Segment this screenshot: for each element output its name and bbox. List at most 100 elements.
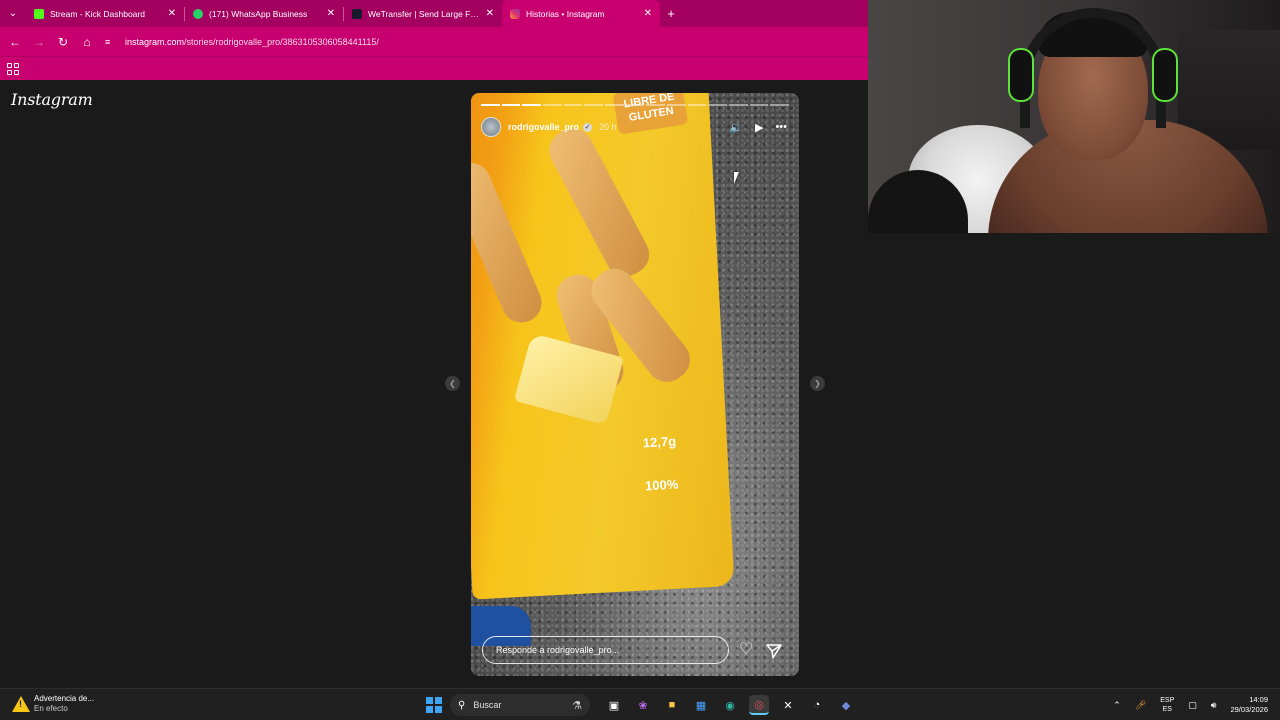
taskbar-apps: ▣ ❀ ■ ▦ ◉ ◎ ✕ ◔ ◆ — [604, 695, 856, 715]
next-story-arrow-icon[interactable]: ❯ — [810, 376, 825, 391]
story-header: rodrigovalle_pro ✓ 20 h 🔉 ▶ ••• — [481, 117, 787, 137]
tab-label: Historias • Instagram — [526, 8, 605, 19]
microphone-icon[interactable]: 🎤︎ — [1135, 700, 1146, 711]
tab-kick-dashboard[interactable]: Stream - Kick Dashboard ✕ — [26, 0, 184, 27]
close-tab-icon[interactable]: ✕ — [168, 8, 176, 19]
clock[interactable]: 14:09 29/03/2026 — [1230, 695, 1268, 715]
story-progress-bar — [481, 104, 790, 106]
story-progress-segment — [667, 104, 686, 106]
story-progress-segment — [584, 104, 604, 106]
chrome-icon[interactable]: ◎ — [749, 695, 769, 715]
percent-badge: 100% — [644, 476, 679, 494]
whatsapp-favicon-icon — [193, 8, 203, 19]
weather-widget[interactable]: Advertencia de... En efecto — [12, 694, 94, 714]
warning-icon — [12, 696, 30, 712]
story-progress-segment — [522, 104, 542, 106]
reload-icon[interactable]: ↻ — [51, 30, 75, 54]
story-progress-segment — [729, 104, 748, 106]
weather-title: Advertencia de... — [34, 694, 95, 703]
story-progress-segment — [501, 104, 521, 106]
mouse-cursor-icon — [734, 172, 744, 184]
more-options-icon[interactable]: ••• — [775, 121, 787, 133]
taskbar-search[interactable]: ⚲ Buscar ⚗ — [450, 694, 590, 716]
tab-search-chevron-icon[interactable]: ⌄ — [0, 0, 26, 27]
tab-whatsapp-business[interactable]: (171) WhatsApp Business ✕ — [185, 0, 343, 27]
site-settings-icon[interactable]: ≡ — [105, 37, 117, 47]
previous-story-arrow-icon[interactable]: ❮ — [445, 376, 460, 391]
story-progress-segment — [543, 104, 562, 106]
close-tab-icon[interactable]: ✕ — [327, 8, 335, 19]
apps-grid-icon[interactable] — [7, 62, 19, 75]
close-tab-icon[interactable]: ✕ — [644, 8, 652, 19]
network-icon[interactable]: ▢ — [1188, 700, 1197, 711]
task-view-icon[interactable]: ▣ — [604, 695, 624, 715]
webcam-overlay — [868, 0, 1280, 233]
story-progress-segment — [563, 104, 583, 106]
mute-speaker-icon[interactable]: 🔉 — [729, 121, 743, 134]
reply-input[interactable]: Responde a rodrigovalle_pro... — [482, 636, 729, 664]
instagram-logo[interactable]: Instagram — [11, 90, 93, 109]
search-label: Buscar — [473, 700, 502, 710]
close-tab-icon[interactable]: ✕ — [486, 8, 494, 19]
volume-icon[interactable]: 🔊︎ — [1211, 700, 1217, 711]
story-progress-segment — [770, 104, 790, 106]
story-snack-bag-image: LIBRE DE GLUTEN 12,7g 100% — [471, 93, 735, 600]
address-bar: ← → ↻ ⌂ ≡ instagram.com/stories/rodrigov… — [0, 27, 868, 56]
discord-icon[interactable]: ◆ — [836, 695, 856, 715]
send-message-icon[interactable] — [765, 642, 783, 660]
taskbar: Advertencia de... En efecto ⚲ Buscar ⚗ ▣… — [0, 688, 1280, 720]
keyboard-layout: ES — [1162, 706, 1172, 713]
side-panel — [868, 233, 1280, 688]
obs-icon[interactable]: ◔ — [807, 695, 827, 715]
tab-bar: ⌄ Stream - Kick Dashboard ✕ (171) WhatsA… — [0, 0, 868, 27]
url-host: instagram.com — [125, 36, 185, 47]
capcut-icon[interactable]: ✕ — [778, 695, 798, 715]
microsoft-store-icon[interactable]: ▦ — [691, 695, 711, 715]
show-hidden-icons-chevron-icon[interactable]: ⌃ — [1113, 700, 1121, 711]
kick-favicon-icon — [34, 8, 44, 19]
system-tray: ⌃ 🎤︎ ESP ES ▢ 🔊︎ 14:09 29/03/2026 — [1113, 689, 1280, 720]
story-controls: 🔉 ▶ ••• — [729, 121, 787, 134]
story-viewer[interactable]: LIBRE DE GLUTEN 12,7g 100% rodrigovalle_… — [471, 93, 799, 676]
like-heart-icon[interactable]: ♡ — [739, 640, 753, 660]
tab-instagram-stories[interactable]: Historias • Instagram ✕ — [502, 0, 660, 27]
search-highlight-icon: ⚗ — [572, 699, 582, 712]
weight-badge: 12,7g — [642, 433, 677, 451]
home-icon[interactable]: ⌂ — [75, 30, 99, 54]
tab-label: Stream - Kick Dashboard — [50, 8, 145, 19]
story-progress-segment — [605, 104, 624, 106]
tab-label: (171) WhatsApp Business — [209, 8, 308, 19]
story-progress-segment — [687, 104, 707, 106]
snack-puff-image — [471, 156, 548, 329]
headset-earcup-right — [1152, 48, 1178, 102]
windows-start-icon[interactable] — [426, 697, 442, 713]
story-progress-segment — [749, 104, 769, 106]
story-progress-segment — [625, 104, 645, 106]
new-tab-plus-icon[interactable]: + — [660, 6, 682, 21]
play-icon[interactable]: ▶ — [755, 121, 763, 134]
back-arrow-icon[interactable]: ← — [3, 30, 27, 54]
tab-wetransfer[interactable]: WeTransfer | Send Large Files Fa ✕ — [344, 0, 502, 27]
search-icon: ⚲ — [458, 699, 466, 711]
bookmarks-bar — [0, 56, 868, 80]
headset-earcup-left — [1008, 48, 1034, 102]
story-username[interactable]: rodrigovalle_pro — [508, 122, 579, 132]
forward-arrow-icon[interactable]: → — [27, 30, 51, 54]
wetransfer-favicon-icon — [352, 8, 362, 19]
copilot-icon[interactable]: ❀ — [633, 695, 653, 715]
edge-icon[interactable]: ◉ — [720, 695, 740, 715]
file-explorer-icon[interactable]: ■ — [662, 695, 682, 715]
story-progress-segment — [481, 104, 500, 106]
instagram-favicon-icon — [510, 8, 520, 19]
verified-badge-icon: ✓ — [583, 122, 593, 132]
screen: ⌄ Stream - Kick Dashboard ✕ (171) WhatsA… — [0, 0, 1280, 720]
url-path: /stories/rodrigovalle_pro/38631053060584… — [184, 36, 379, 47]
story-progress-segment — [646, 104, 666, 106]
clock-time: 14:09 — [1249, 695, 1268, 704]
language-indicator[interactable]: ESP ES — [1160, 696, 1174, 714]
story-timestamp: 20 h — [599, 122, 617, 132]
avatar[interactable] — [481, 117, 501, 137]
snack-puff-image — [542, 121, 657, 284]
clock-date: 29/03/2026 — [1230, 705, 1268, 714]
url-field[interactable]: ≡ instagram.com/stories/rodrigovalle_pro… — [105, 37, 379, 47]
